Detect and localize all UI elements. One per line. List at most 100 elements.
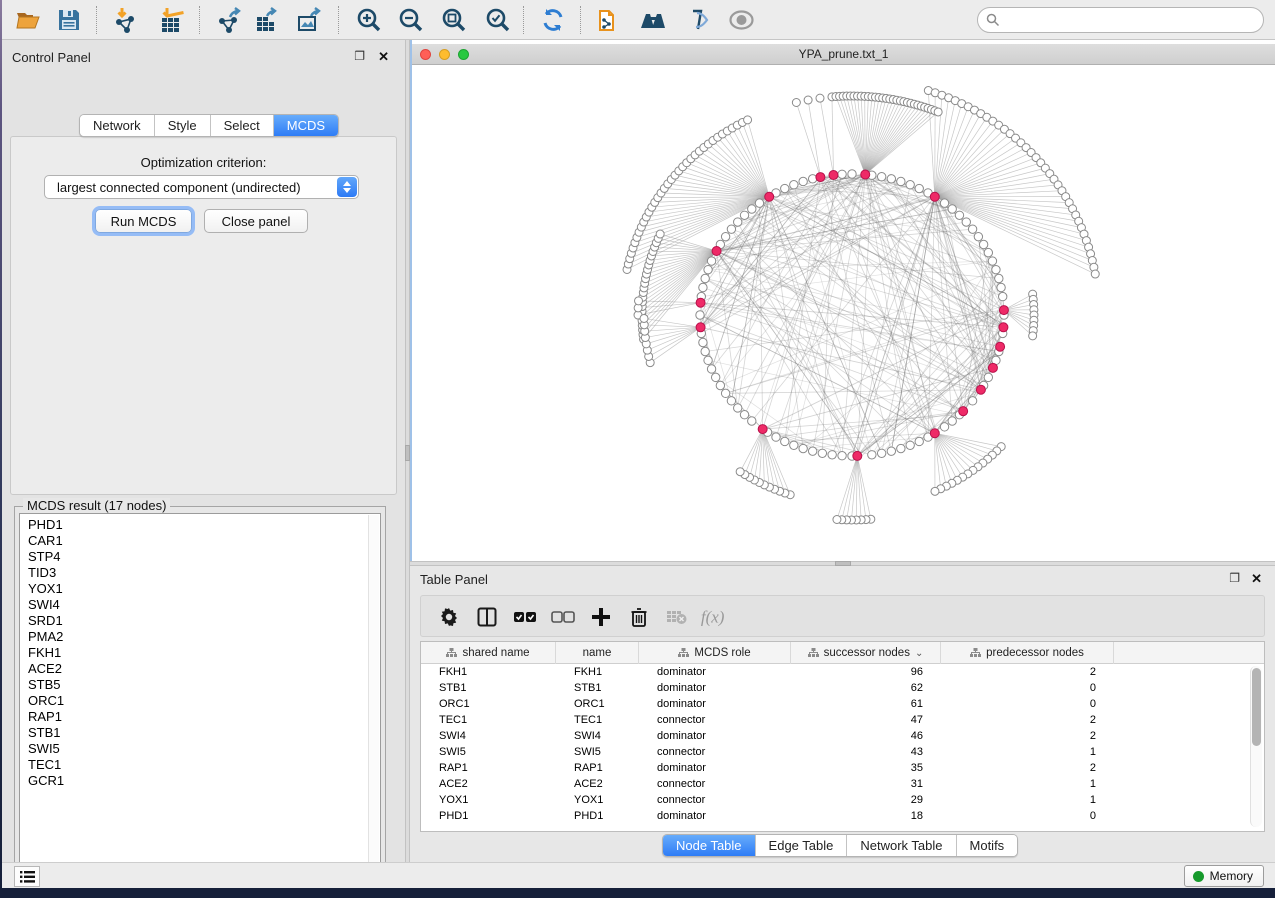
table-mode-button[interactable] — [433, 601, 465, 633]
mcds-hub-node[interactable] — [930, 429, 939, 438]
satellite-node[interactable] — [931, 487, 939, 495]
network-node[interactable] — [727, 397, 735, 405]
mcds-list-item[interactable]: SWI4 — [28, 597, 380, 613]
export-table-button[interactable] — [249, 4, 283, 36]
network-node[interactable] — [707, 365, 715, 373]
network-node[interactable] — [998, 292, 1006, 300]
table-row[interactable]: SWI5SWI5connector431 — [421, 744, 1264, 760]
table-scrollbar[interactable] — [1250, 666, 1262, 827]
column-panel-button[interactable] — [471, 601, 503, 633]
table-row[interactable]: SWI4SWI4dominator462 — [421, 728, 1264, 744]
network-node[interactable] — [979, 240, 987, 248]
network-node[interactable] — [887, 447, 895, 455]
network-node[interactable] — [701, 347, 709, 355]
satellite-node[interactable] — [736, 468, 744, 476]
network-node[interactable] — [734, 404, 742, 412]
network-node[interactable] — [997, 283, 1005, 291]
deselect-all-columns-button[interactable] — [547, 601, 579, 633]
mcds-hub-node[interactable] — [930, 192, 939, 201]
network-node[interactable] — [740, 211, 748, 219]
network-node[interactable] — [968, 397, 976, 405]
network-node[interactable] — [887, 175, 895, 183]
export-image-button[interactable] — [292, 4, 326, 36]
table-row[interactable]: ACE2ACE2connector311 — [421, 776, 1264, 792]
network-node[interactable] — [940, 199, 948, 207]
task-history-button[interactable] — [14, 866, 40, 887]
network-node[interactable] — [808, 447, 816, 455]
network-node[interactable] — [721, 232, 729, 240]
mcds-hub-node[interactable] — [696, 298, 705, 307]
mcds-list-item[interactable]: YOX1 — [28, 581, 380, 597]
network-node[interactable] — [992, 265, 1000, 273]
network-node[interactable] — [799, 177, 807, 185]
network-node[interactable] — [727, 225, 735, 233]
tab-mcds[interactable]: MCDS — [274, 115, 338, 136]
create-column-button[interactable] — [585, 601, 617, 633]
network-node[interactable] — [838, 170, 846, 178]
network-node[interactable] — [962, 218, 970, 226]
satellite-node[interactable] — [1091, 270, 1099, 278]
network-node[interactable] — [915, 437, 923, 445]
network-node[interactable] — [984, 373, 992, 381]
apply-layout-button[interactable] — [536, 4, 570, 36]
mcds-hub-node[interactable] — [816, 173, 825, 182]
network-node[interactable] — [721, 389, 729, 397]
memory-button[interactable]: Memory — [1184, 865, 1264, 887]
network-node[interactable] — [781, 437, 789, 445]
network-node[interactable] — [711, 373, 719, 381]
network-node[interactable] — [988, 257, 996, 265]
mcds-list-item[interactable]: GCR1 — [28, 773, 380, 789]
mcds-list-item[interactable]: CAR1 — [28, 533, 380, 549]
zoom-in-button[interactable] — [352, 4, 386, 36]
network-node[interactable] — [877, 449, 885, 457]
network-node[interactable] — [704, 265, 712, 273]
delete-column-button[interactable] — [623, 601, 655, 633]
network-graph[interactable] — [412, 65, 1275, 561]
mcds-list-item[interactable]: ORC1 — [28, 693, 380, 709]
close-panel-button[interactable]: Close panel — [204, 209, 308, 233]
network-node[interactable] — [701, 274, 709, 282]
mcds-hub-node[interactable] — [976, 385, 985, 394]
network-node[interactable] — [781, 184, 789, 192]
mcds-list-item[interactable]: PMA2 — [28, 629, 380, 645]
open-file-button[interactable] — [11, 4, 45, 36]
network-node[interactable] — [868, 451, 876, 459]
network-node[interactable] — [818, 449, 826, 457]
mcds-list-item[interactable]: STP4 — [28, 549, 380, 565]
mcds-list-item[interactable]: ACE2 — [28, 661, 380, 677]
mcds-hub-node[interactable] — [758, 425, 767, 434]
mcds-hub-node[interactable] — [696, 323, 705, 332]
tab-network-table[interactable]: Network Table — [847, 835, 956, 856]
mcds-hub-node[interactable] — [861, 170, 870, 179]
satellite-node[interactable] — [833, 516, 841, 524]
mcds-hub-node[interactable] — [999, 306, 1008, 315]
network-from-selection-button[interactable] — [592, 4, 626, 36]
network-node[interactable] — [906, 181, 914, 189]
network-node[interactable] — [748, 417, 756, 425]
table-row[interactable]: PHD1PHD1dominator180 — [421, 808, 1264, 824]
network-node[interactable] — [707, 257, 715, 265]
network-node[interactable] — [699, 338, 707, 346]
network-node[interactable] — [838, 451, 846, 459]
import-table-button[interactable] — [153, 4, 187, 36]
mcds-hub-node[interactable] — [765, 192, 774, 201]
network-node[interactable] — [696, 311, 704, 319]
table-row[interactable]: TEC1TEC1connector472 — [421, 712, 1264, 728]
first-neighbors-button[interactable] — [636, 4, 670, 36]
network-node[interactable] — [995, 274, 1003, 282]
network-node[interactable] — [984, 248, 992, 256]
zoom-fit-button[interactable] — [437, 4, 471, 36]
delete-table-button[interactable] — [661, 601, 693, 633]
network-node[interactable] — [704, 356, 712, 364]
network-node[interactable] — [948, 417, 956, 425]
mcds-hub-node[interactable] — [996, 342, 1005, 351]
network-node[interactable] — [790, 181, 798, 189]
mcds-result-list[interactable]: PHD1CAR1STP4TID3YOX1SWI4SRD1PMA2FKH1ACE2… — [19, 513, 381, 873]
network-node[interactable] — [790, 441, 798, 449]
network-node[interactable] — [699, 283, 707, 291]
column-header-MCDS-role[interactable]: MCDS role — [639, 642, 791, 664]
mcds-list-item[interactable]: FKH1 — [28, 645, 380, 661]
tab-motifs[interactable]: Motifs — [957, 835, 1018, 856]
network-node[interactable] — [734, 218, 742, 226]
mcds-hub-node[interactable] — [853, 451, 862, 460]
